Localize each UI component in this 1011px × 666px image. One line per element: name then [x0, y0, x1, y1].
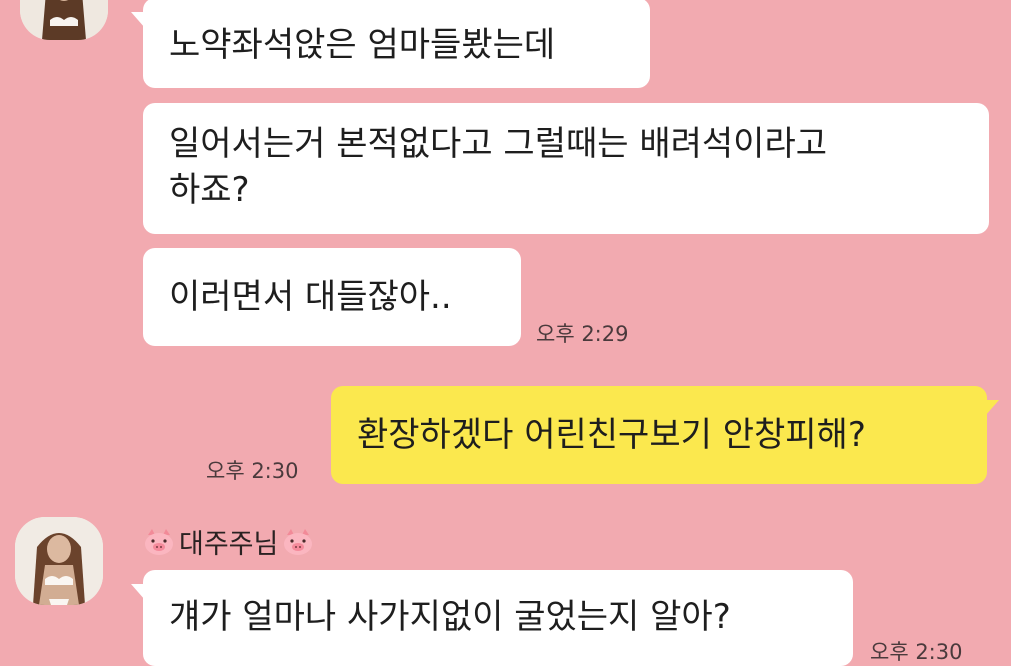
message-text: 걔가 얼마나 사가지없이 굴었는지 알아? [169, 597, 731, 637]
message-bubble-outgoing[interactable]: 환장하겠다 어린친구보기 안창피해? [331, 386, 999, 484]
avatar[interactable] [20, 0, 108, 40]
message-text-line2: 하죠? [169, 170, 250, 210]
bubble-tail [131, 584, 145, 600]
message-bubble-incoming[interactable]: 노약좌석앉은 엄마들봤는데 [131, 0, 650, 88]
message-bubble-incoming[interactable]: 일어서는거 본적없다고 그럴때는 배려석이라고 하죠? [143, 103, 989, 234]
avatar[interactable] [15, 517, 103, 605]
message-timestamp: 오후 2:29 [536, 322, 629, 346]
message-bubble-incoming[interactable]: 이러면서 대들잖아.. [143, 248, 521, 346]
bubble-tail [131, 12, 145, 28]
message-text-line1: 일어서는거 본적없다고 그럴때는 배려석이라고 [169, 124, 828, 164]
sender-name: 대주주님 [179, 529, 279, 560]
message-timestamp: 오후 2:30 [870, 640, 963, 664]
sender-name-row: 대주주님 [143, 522, 314, 561]
bubble-tail [985, 400, 999, 416]
pig-face-icon [143, 528, 175, 556]
message-text: 환장하겠다 어린친구보기 안창피해? [357, 415, 866, 455]
message-text: 이러면서 대들잖아.. [169, 277, 452, 317]
message-timestamp: 오후 2:30 [206, 459, 299, 483]
pig-face-icon [282, 528, 314, 556]
message-bubble-incoming[interactable]: 걔가 얼마나 사가지없이 굴었는지 알아? [131, 570, 853, 666]
message-text: 노약좌석앉은 엄마들봤는데 [169, 25, 556, 65]
chat-window: 노약좌석앉은 엄마들봤는데 일어서는거 본적없다고 그럴때는 배려석이라고 하죠… [0, 0, 1011, 666]
